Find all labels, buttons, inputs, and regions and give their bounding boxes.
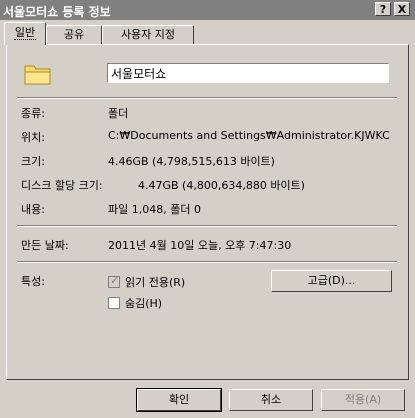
folder-name-input[interactable]: [107, 63, 389, 83]
apply-button[interactable]: 적용(A): [321, 389, 405, 411]
type-value: 폴더: [108, 107, 129, 120]
hidden-label: 숨김(H): [125, 297, 163, 310]
disk-size-label: 디스크 할당 크기:: [21, 179, 103, 192]
disk-size-value: 4.47GB (4,800,634,880 바이트): [138, 179, 305, 192]
hidden-checkbox[interactable]: 숨김(H): [108, 295, 163, 310]
readonly-label: 읽기 전용(R): [125, 276, 186, 289]
size-value: 4.46GB (4,798,515,613 바이트): [108, 155, 275, 168]
hidden-check-box[interactable]: [108, 297, 120, 309]
cancel-button[interactable]: 취소: [229, 389, 313, 411]
advanced-button[interactable]: 고급(D)...: [271, 270, 392, 292]
ok-button[interactable]: 확인: [136, 388, 222, 412]
location-value: C:₩Documents and Settings₩Administrator.…: [108, 129, 390, 142]
contents-label: 내용:: [21, 203, 45, 216]
location-label: 위치:: [21, 131, 45, 144]
general-panel: 종류: 폴더 위치: C:₩Documents and Settings₩Adm…: [6, 44, 409, 380]
cancel-button-label: 취소: [260, 393, 282, 406]
help-icon: ?: [379, 3, 387, 16]
apply-button-label: 적용(A): [344, 393, 382, 406]
type-label: 종류:: [21, 107, 45, 120]
contents-value: 파일 1,048, 폴더 0: [108, 203, 201, 216]
attributes-label: 특성:: [21, 275, 45, 288]
close-icon: X: [397, 3, 407, 16]
readonly-checkbox[interactable]: ✓ 읽기 전용(R): [108, 274, 186, 289]
created-label: 만든 날짜:: [21, 239, 69, 252]
folder-icon: [24, 65, 51, 85]
checkmark-icon: ✓: [110, 274, 120, 287]
separator: [17, 97, 397, 99]
close-button[interactable]: X: [394, 2, 410, 16]
tab-general-label: 일반: [13, 26, 37, 40]
ok-button-label: 확인: [168, 393, 190, 406]
tab-sharing[interactable]: 공유: [46, 25, 102, 44]
separator: [17, 225, 397, 227]
separator: [17, 261, 397, 263]
readonly-check-box[interactable]: ✓: [108, 274, 120, 288]
window-title: 서울모터쇼 등록 정보: [3, 5, 111, 19]
help-button[interactable]: ?: [375, 2, 391, 16]
tab-general[interactable]: 일반: [4, 22, 46, 45]
title-bar: 서울모터쇼 등록 정보 ? X: [0, 0, 415, 20]
size-label: 크기:: [21, 155, 45, 168]
advanced-button-label: 고급(D)...: [307, 274, 356, 287]
tab-customize[interactable]: 사용자 지정: [102, 25, 194, 44]
created-value: 2011년 4월 10일 오늘, 오후 7:47:30: [108, 239, 292, 252]
tab-customize-label: 사용자 지정: [120, 28, 176, 41]
tab-sharing-label: 공유: [63, 28, 85, 41]
